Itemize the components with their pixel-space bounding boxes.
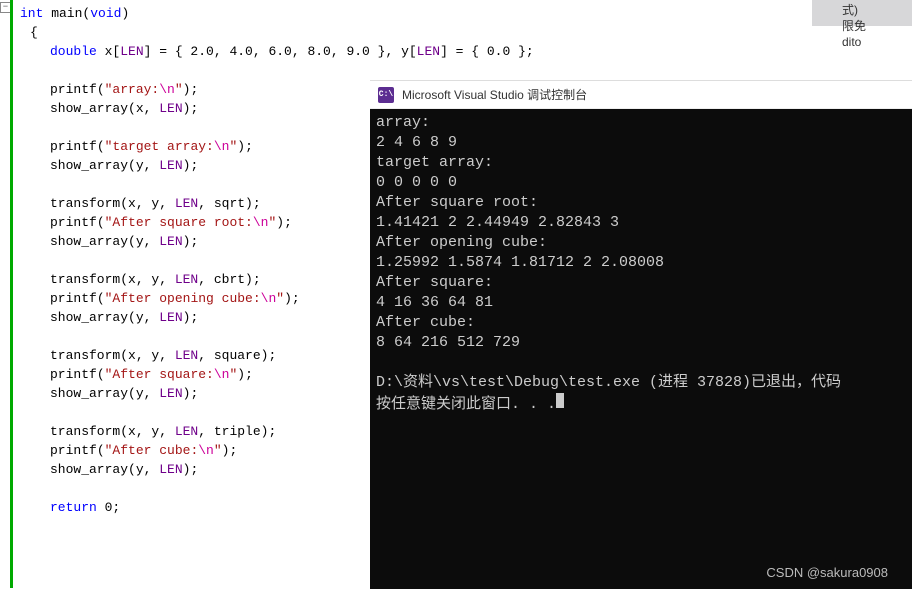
- vs-console-icon: C:\: [378, 87, 394, 103]
- code-line[interactable]: [0, 403, 370, 422]
- code-editor[interactable]: − int main(void) { double x[LEN] = { 2.0…: [0, 0, 370, 588]
- change-bar: [10, 0, 13, 588]
- code-line[interactable]: printf("After opening cube:\n");: [0, 289, 370, 308]
- code-line[interactable]: printf("After square:\n");: [0, 365, 370, 384]
- code-line[interactable]: show_array(y, LEN);: [0, 460, 370, 479]
- code-line[interactable]: transform(x, y, LEN, square);: [0, 346, 370, 365]
- code-line[interactable]: show_array(y, LEN);: [0, 156, 370, 175]
- kw-return: return: [50, 500, 97, 515]
- code-line[interactable]: [0, 251, 370, 270]
- code-line[interactable]: transform(x, y, LEN, sqrt);: [0, 194, 370, 213]
- code-line[interactable]: show_array(y, LEN);: [0, 384, 370, 403]
- code-line[interactable]: printf("array:\n");: [0, 80, 370, 99]
- code-line[interactable]: show_array(y, LEN);: [0, 308, 370, 327]
- cursor-icon: [556, 393, 564, 408]
- cutoff-text: 限免: [842, 18, 912, 34]
- code-line[interactable]: printf("target array:\n");: [0, 137, 370, 156]
- code-line[interactable]: return 0;: [0, 498, 370, 517]
- macro-LEN: LEN: [120, 44, 143, 59]
- right-cutoff-panel: 式) 限免 dito: [842, 0, 912, 60]
- console-output[interactable]: array: 2 4 6 8 9 target array: 0 0 0 0 0…: [370, 109, 912, 589]
- kw-double: double: [50, 44, 97, 59]
- cutoff-text: dito: [842, 34, 912, 50]
- code-line[interactable]: double x[LEN] = { 2.0, 4.0, 6.0, 8.0, 9.…: [0, 42, 370, 61]
- code-line[interactable]: printf("After square root:\n");: [0, 213, 370, 232]
- watermark: CSDN @sakura0908: [766, 565, 888, 580]
- code-line[interactable]: [0, 479, 370, 498]
- cutoff-text: 式): [842, 2, 912, 18]
- console-window: C:\ Microsoft Visual Studio 调试控制台 array:…: [370, 80, 912, 588]
- ident-main: main: [43, 6, 82, 21]
- code-line[interactable]: [0, 61, 370, 80]
- code-line[interactable]: show_array(x, LEN);: [0, 99, 370, 118]
- console-title: Microsoft Visual Studio 调试控制台: [402, 86, 587, 103]
- code-line[interactable]: {: [0, 23, 370, 42]
- code-line[interactable]: int main(void): [0, 4, 370, 23]
- code-line[interactable]: transform(x, y, LEN, cbrt);: [0, 270, 370, 289]
- code-line[interactable]: show_array(y, LEN);: [0, 232, 370, 251]
- code-line[interactable]: [0, 118, 370, 137]
- code-line[interactable]: [0, 327, 370, 346]
- console-titlebar[interactable]: C:\ Microsoft Visual Studio 调试控制台: [370, 81, 912, 109]
- code-line[interactable]: printf("After cube:\n");: [0, 441, 370, 460]
- code-line[interactable]: [0, 175, 370, 194]
- kw-void: void: [90, 6, 121, 21]
- code-line[interactable]: transform(x, y, LEN, triple);: [0, 422, 370, 441]
- kw-int: int: [20, 6, 43, 21]
